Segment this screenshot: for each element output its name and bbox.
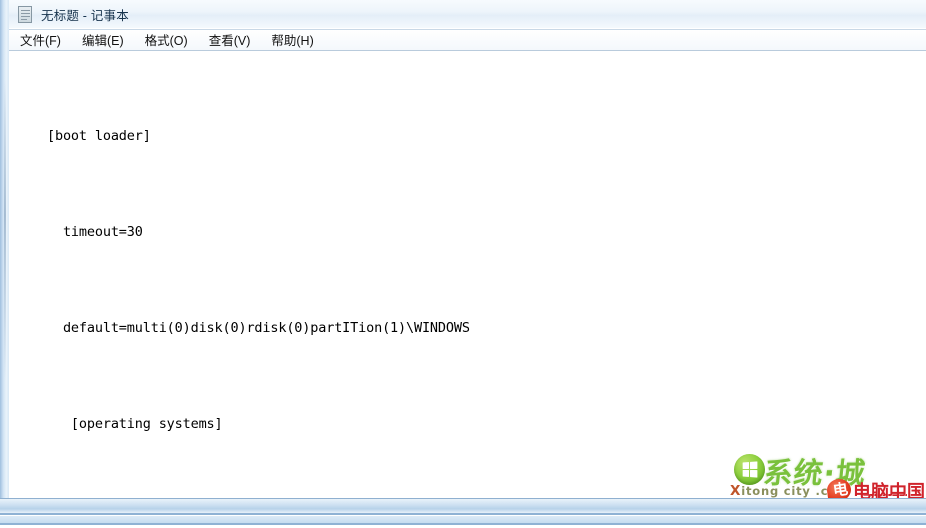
notepad-menu-bar: 文件(F) 编辑(E) 格式(O) 查看(V) 帮助(H): [9, 29, 926, 51]
menu-item-format[interactable]: 格式(O): [143, 29, 197, 51]
menu-item-edit[interactable]: 编辑(E): [80, 29, 133, 51]
text-line: [operating systems]: [47, 416, 223, 432]
windows-flag-logo-icon: [734, 454, 765, 485]
watermark-domain-initial: X: [730, 483, 742, 499]
window-title: 无标题 - 记事本: [41, 8, 129, 23]
menu-item-file[interactable]: 文件(F): [18, 29, 70, 51]
bottom-decorative-rule: [0, 513, 926, 528]
menu-item-help[interactable]: 帮助(H): [269, 29, 322, 51]
watermark-dnzg: 电 电脑中国 www.dnzg.cn: [825, 477, 926, 499]
window-frame-bottom-edge: [0, 498, 926, 513]
text-line: [boot loader]: [47, 128, 151, 144]
window-frame-left-edge: [0, 0, 9, 513]
dnzg-badge-glyph: 电: [831, 479, 850, 499]
notepad-icon: [17, 5, 34, 23]
notepad-window: 无标题 - 记事本 文件(F) 编辑(E) 格式(O) 查看(V) 帮助(H) …: [0, 0, 926, 513]
dnzg-brand-text: 电脑中国: [853, 482, 925, 499]
text-line: default=multi(0)disk(0)rdisk(0)partITion…: [47, 320, 470, 336]
menu-item-view[interactable]: 查看(V): [207, 29, 260, 51]
text-line: timeout=30: [47, 224, 143, 240]
notepad-title-bar[interactable]: 无标题 - 记事本: [9, 0, 926, 28]
boot-ini-content[interactable]: [boot loader] timeout=30 default=multi(0…: [47, 56, 926, 499]
notepad-text-area[interactable]: [boot loader] timeout=30 default=multi(0…: [9, 52, 926, 499]
dnzg-badge-icon: 电: [825, 477, 853, 499]
